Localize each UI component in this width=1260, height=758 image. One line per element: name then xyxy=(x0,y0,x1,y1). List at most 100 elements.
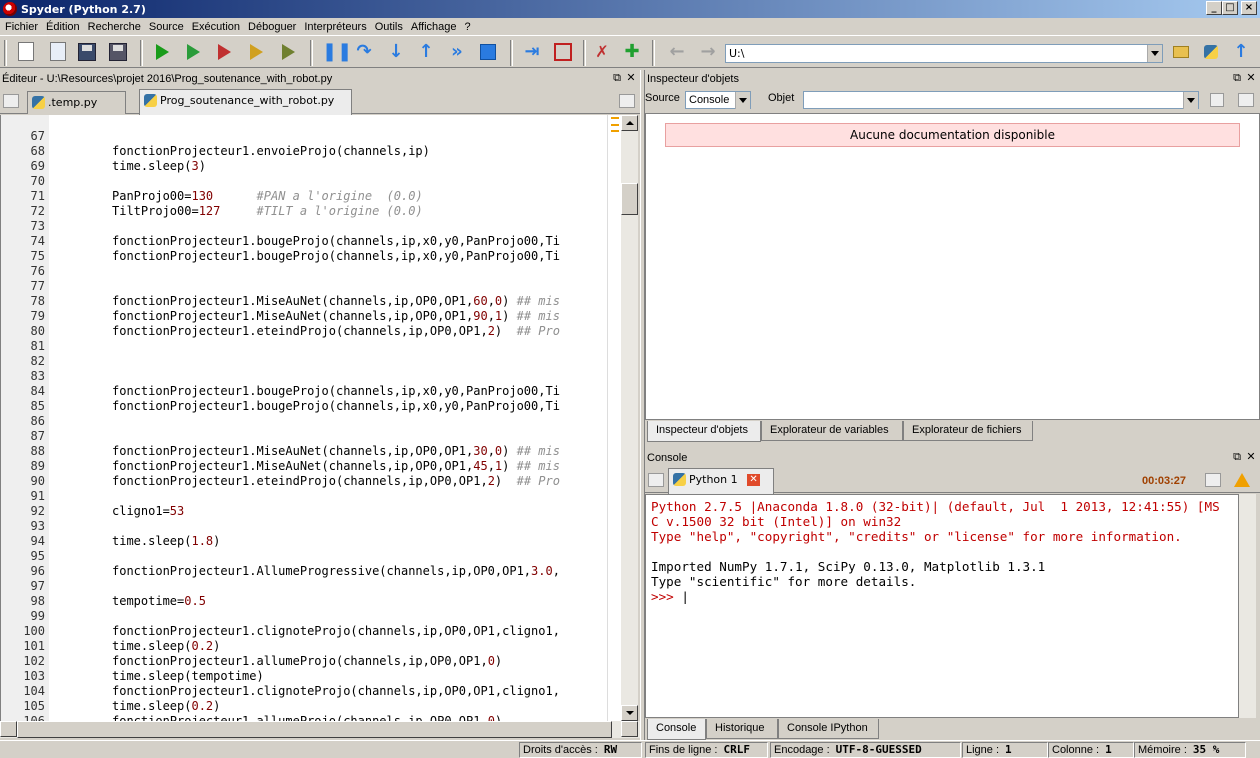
console-line: Type "scientific" for more details. xyxy=(651,574,917,589)
close-pane-icon[interactable]: ✕ xyxy=(625,72,637,84)
line-number: 106 xyxy=(23,714,45,721)
close-button[interactable]: × xyxy=(1241,1,1257,15)
save-button[interactable] xyxy=(76,41,98,63)
options-icon[interactable] xyxy=(1238,93,1254,107)
menu-execution[interactable]: Exécution xyxy=(188,21,244,33)
tab-options-icon[interactable] xyxy=(1205,473,1221,487)
close-tab-icon[interactable]: ✕ xyxy=(747,474,761,486)
tab-object-inspector[interactable]: Inspecteur d'objets xyxy=(647,421,761,442)
chevron-down-icon[interactable] xyxy=(1183,92,1198,109)
tab-prog-soutenance[interactable]: Prog_soutenance_with_robot.py ✕ xyxy=(139,89,352,128)
tab-temp-py[interactable]: .temp.py ✕ xyxy=(27,91,126,130)
close-pane-icon[interactable]: ✕ xyxy=(1245,72,1257,84)
line-number: 104 xyxy=(23,684,45,698)
lock-icon[interactable] xyxy=(1210,93,1224,107)
step-into-button[interactable]: ↓ xyxy=(385,41,407,63)
console-vertical-scrollbar[interactable] xyxy=(1239,494,1256,718)
code-text: fonctionProjecteur1.MiseAuNet(channels,i… xyxy=(112,444,560,458)
console-title-text: Console xyxy=(647,452,688,464)
tab-console[interactable]: Console xyxy=(647,719,706,740)
stop-debug-button[interactable] xyxy=(477,41,499,63)
line-number: 87 xyxy=(30,429,45,443)
save-all-button[interactable] xyxy=(107,41,129,63)
menu-source[interactable]: Source xyxy=(145,21,188,33)
run-config-button[interactable] xyxy=(245,41,267,63)
scroll-down-button[interactable] xyxy=(621,705,638,721)
tab-ipython-console[interactable]: Console IPython xyxy=(778,719,879,739)
step-return-button[interactable]: ↑ xyxy=(415,41,437,63)
undock-icon[interactable]: ⧉ xyxy=(611,72,623,84)
code-text: fonctionProjecteur1.AllumeProgressive(ch… xyxy=(112,564,560,578)
scroll-up-button[interactable] xyxy=(621,115,638,131)
editor-vertical-scrollbar[interactable] xyxy=(621,115,638,721)
debug-config-button[interactable] xyxy=(277,41,299,63)
scroll-right-button[interactable] xyxy=(621,721,638,737)
scroll-left-button[interactable] xyxy=(0,721,17,737)
run-selection-button[interactable] xyxy=(213,41,235,63)
change-to-file-dir-button[interactable] xyxy=(1200,41,1222,63)
tab-file-explorer[interactable]: Explorateur de fichiers xyxy=(903,421,1033,441)
menu-edition[interactable]: Édition xyxy=(42,21,84,33)
arrow-right-icon: → xyxy=(700,41,716,62)
tab-variable-explorer[interactable]: Explorateur de variables xyxy=(761,421,903,441)
maximize-button[interactable]: □ xyxy=(1222,1,1238,15)
chevron-down-icon[interactable] xyxy=(735,92,750,109)
tab-history[interactable]: Historique xyxy=(706,719,778,739)
window-title: Spyder (Python 2.7) xyxy=(21,2,146,16)
chevron-down-icon[interactable] xyxy=(1147,45,1162,62)
browse-directory-button[interactable] xyxy=(1170,41,1192,63)
forward-button[interactable]: → xyxy=(697,41,719,63)
code-text: cligno1=53 xyxy=(112,504,185,518)
object-combo[interactable] xyxy=(803,91,1199,109)
continue-button[interactable]: » xyxy=(446,41,468,63)
fullscreen-button[interactable] xyxy=(552,41,574,63)
scroll-thumb[interactable] xyxy=(621,183,638,215)
editor-horizontal-scrollbar[interactable] xyxy=(0,721,640,738)
console-prompt: >>> | xyxy=(651,589,689,604)
warning-icon[interactable] xyxy=(1234,473,1250,487)
run-button[interactable] xyxy=(151,41,173,63)
new-file-button[interactable] xyxy=(15,41,37,63)
preferences-button[interactable]: ✗ xyxy=(591,41,613,63)
menu-bar: Fichier Édition Recherche Source Exécuti… xyxy=(0,18,1260,35)
browse-tabs-icon[interactable] xyxy=(648,473,664,487)
code-editor[interactable]: 67 68 fonctionProjecteur1.envoieProjo(chan… xyxy=(0,115,621,721)
line-number: 71 xyxy=(30,189,45,203)
run-cell-button[interactable] xyxy=(182,41,204,63)
editor-tab-bar: .temp.py ✕ Prog_soutenance_with_robot.py… xyxy=(0,88,640,130)
minimize-button[interactable]: _ xyxy=(1206,1,1222,15)
close-pane-icon[interactable]: ✕ xyxy=(1245,451,1257,463)
code-text: time.sleep(0.2) xyxy=(112,699,221,713)
source-combo[interactable]: Console xyxy=(685,91,751,109)
menu-help[interactable]: ? xyxy=(461,21,475,33)
working-directory-combo[interactable]: U:\ xyxy=(725,44,1163,63)
line-number: 68 xyxy=(30,144,45,158)
step-button[interactable]: ↷ xyxy=(353,41,375,63)
debug-button[interactable]: ❚❚ xyxy=(322,41,352,63)
browse-tabs-icon[interactable] xyxy=(3,94,19,108)
menu-recherche[interactable]: Recherche xyxy=(84,21,145,33)
line-number: 69 xyxy=(30,159,45,173)
undock-icon[interactable]: ⧉ xyxy=(1231,451,1243,463)
line-number: 72 xyxy=(30,204,45,218)
source-label: Source xyxy=(645,92,680,104)
menu-fichier[interactable]: Fichier xyxy=(1,21,42,33)
undock-icon[interactable]: ⧉ xyxy=(1231,72,1243,84)
code-text: fonctionProjecteur1.bougeProjo(channels,… xyxy=(112,234,560,248)
console-output[interactable]: Python 2.7.5 |Anaconda 1.8.0 (32-bit)| (… xyxy=(645,494,1239,718)
menu-interpreteurs[interactable]: Interpréteurs xyxy=(300,21,370,33)
maximize-pane-icon: ⇥ xyxy=(524,41,540,62)
scroll-thumb[interactable] xyxy=(17,721,612,738)
parent-directory-button[interactable]: ↑ xyxy=(1230,41,1252,63)
open-file-button[interactable] xyxy=(47,41,69,63)
menu-affichage[interactable]: Affichage xyxy=(407,21,461,33)
back-button[interactable]: ← xyxy=(666,41,688,63)
source-value: Console xyxy=(689,94,730,106)
menu-deboguer[interactable]: Déboguer xyxy=(244,21,300,33)
tab-options-icon[interactable] xyxy=(619,94,635,108)
menu-outils[interactable]: Outils xyxy=(371,21,407,33)
tab-python-1[interactable]: Python 1 ✕ xyxy=(668,468,774,494)
code-text: time.sleep(0.2) xyxy=(112,639,221,653)
maximize-pane-button[interactable]: ⇥ xyxy=(521,41,543,63)
pythonpath-button[interactable]: ✚ xyxy=(621,41,643,63)
